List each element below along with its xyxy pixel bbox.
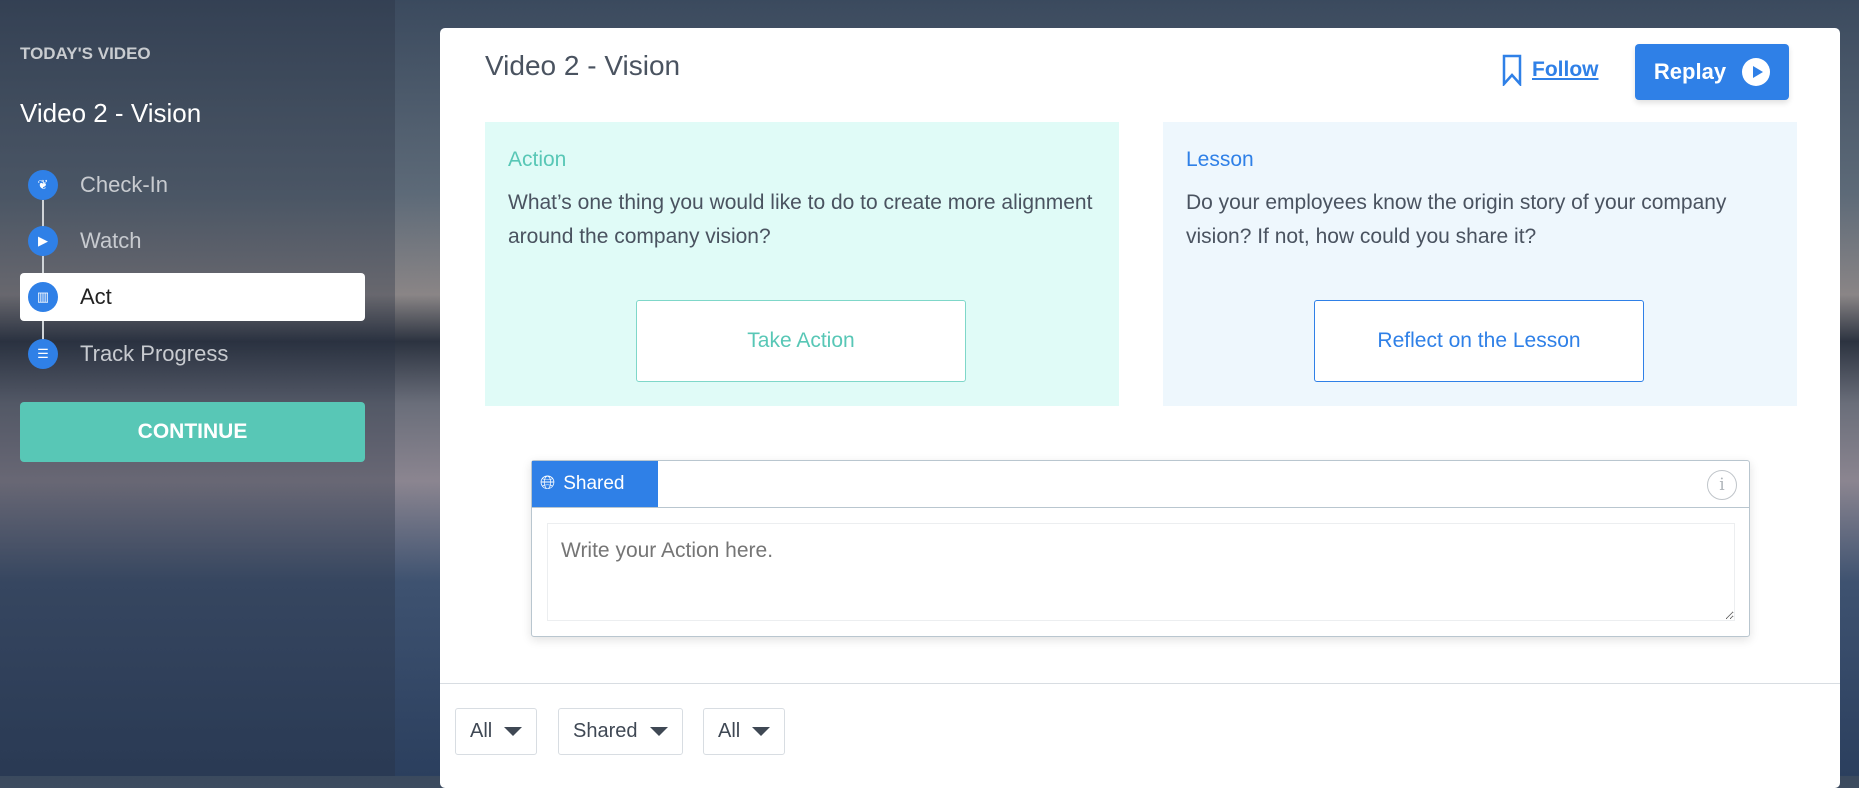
play-circle-icon — [1742, 58, 1771, 86]
action-heading: Action — [508, 148, 567, 171]
filter-dropdown-1[interactable]: All — [455, 708, 538, 755]
action-input[interactable] — [547, 523, 1735, 621]
step-check-in[interactable]: ❦ Check-In — [20, 161, 365, 209]
play-icon: ▶ — [28, 226, 58, 256]
sidebar-video-title: Video 2 - Vision — [20, 98, 202, 128]
filter-value: Shared — [573, 720, 638, 742]
continue-button[interactable]: CONTINUE — [20, 402, 365, 462]
step-label: Act — [80, 284, 112, 309]
step-track-progress[interactable]: ☰ Track Progress — [20, 330, 365, 378]
take-action-button[interactable]: Take Action — [636, 300, 966, 382]
globe-icon: 🌐︎ — [540, 473, 556, 494]
filter-dropdown-visibility[interactable]: Shared — [558, 708, 683, 755]
page-title: Video 2 - Vision — [485, 50, 681, 81]
filter-value: All — [718, 720, 741, 742]
follow-link[interactable]: Follow — [1502, 54, 1599, 86]
lesson-heading: Lesson — [1186, 148, 1254, 171]
step-watch[interactable]: ▶ Watch — [20, 217, 365, 265]
caret-down-icon — [752, 727, 771, 736]
book-icon: ▥ — [28, 282, 58, 312]
lesson-text: Do your employees know the origin story … — [1186, 191, 1727, 248]
list-icon: ☰ — [28, 339, 58, 369]
replay-button[interactable]: Replay — [1635, 44, 1789, 100]
step-label: Check-In — [80, 172, 169, 197]
step-act[interactable]: ▥ Act — [20, 273, 365, 321]
divider — [440, 683, 1840, 684]
leaf-icon: ❦ — [28, 170, 58, 200]
follow-label: Follow — [1532, 58, 1599, 81]
filter-dropdown-3[interactable]: All — [703, 708, 786, 755]
caret-down-icon — [504, 727, 523, 736]
shared-tab-label: Shared — [563, 473, 625, 494]
shared-tab[interactable]: 🌐︎ Shared — [532, 461, 658, 507]
bookmark-icon — [1502, 54, 1522, 86]
sidebar: TODAY'S VIDEO Video 2 - Vision ❦ Check-In… — [0, 0, 395, 776]
replay-label: Replay — [1653, 59, 1727, 84]
step-label: Track Progress — [80, 341, 229, 366]
reflect-lesson-button[interactable]: Reflect on the Lesson — [1314, 300, 1644, 382]
info-icon[interactable]: i — [1707, 470, 1737, 500]
tab-divider — [532, 507, 1749, 508]
action-editor: 🌐︎ Shared i — [531, 460, 1750, 637]
lesson-card: Lesson Do your employees know the origin… — [1163, 122, 1797, 406]
caret-down-icon — [649, 727, 668, 736]
step-label: Watch — [80, 228, 142, 253]
filter-value: All — [470, 720, 493, 742]
main-panel: Video 2 - Vision Follow Replay Action Wh… — [440, 28, 1840, 788]
action-text: What’s one thing you would like to do to… — [508, 191, 1093, 248]
todays-video-label: TODAY'S VIDEO — [20, 44, 151, 63]
action-card: Action What’s one thing you would like t… — [485, 122, 1119, 406]
